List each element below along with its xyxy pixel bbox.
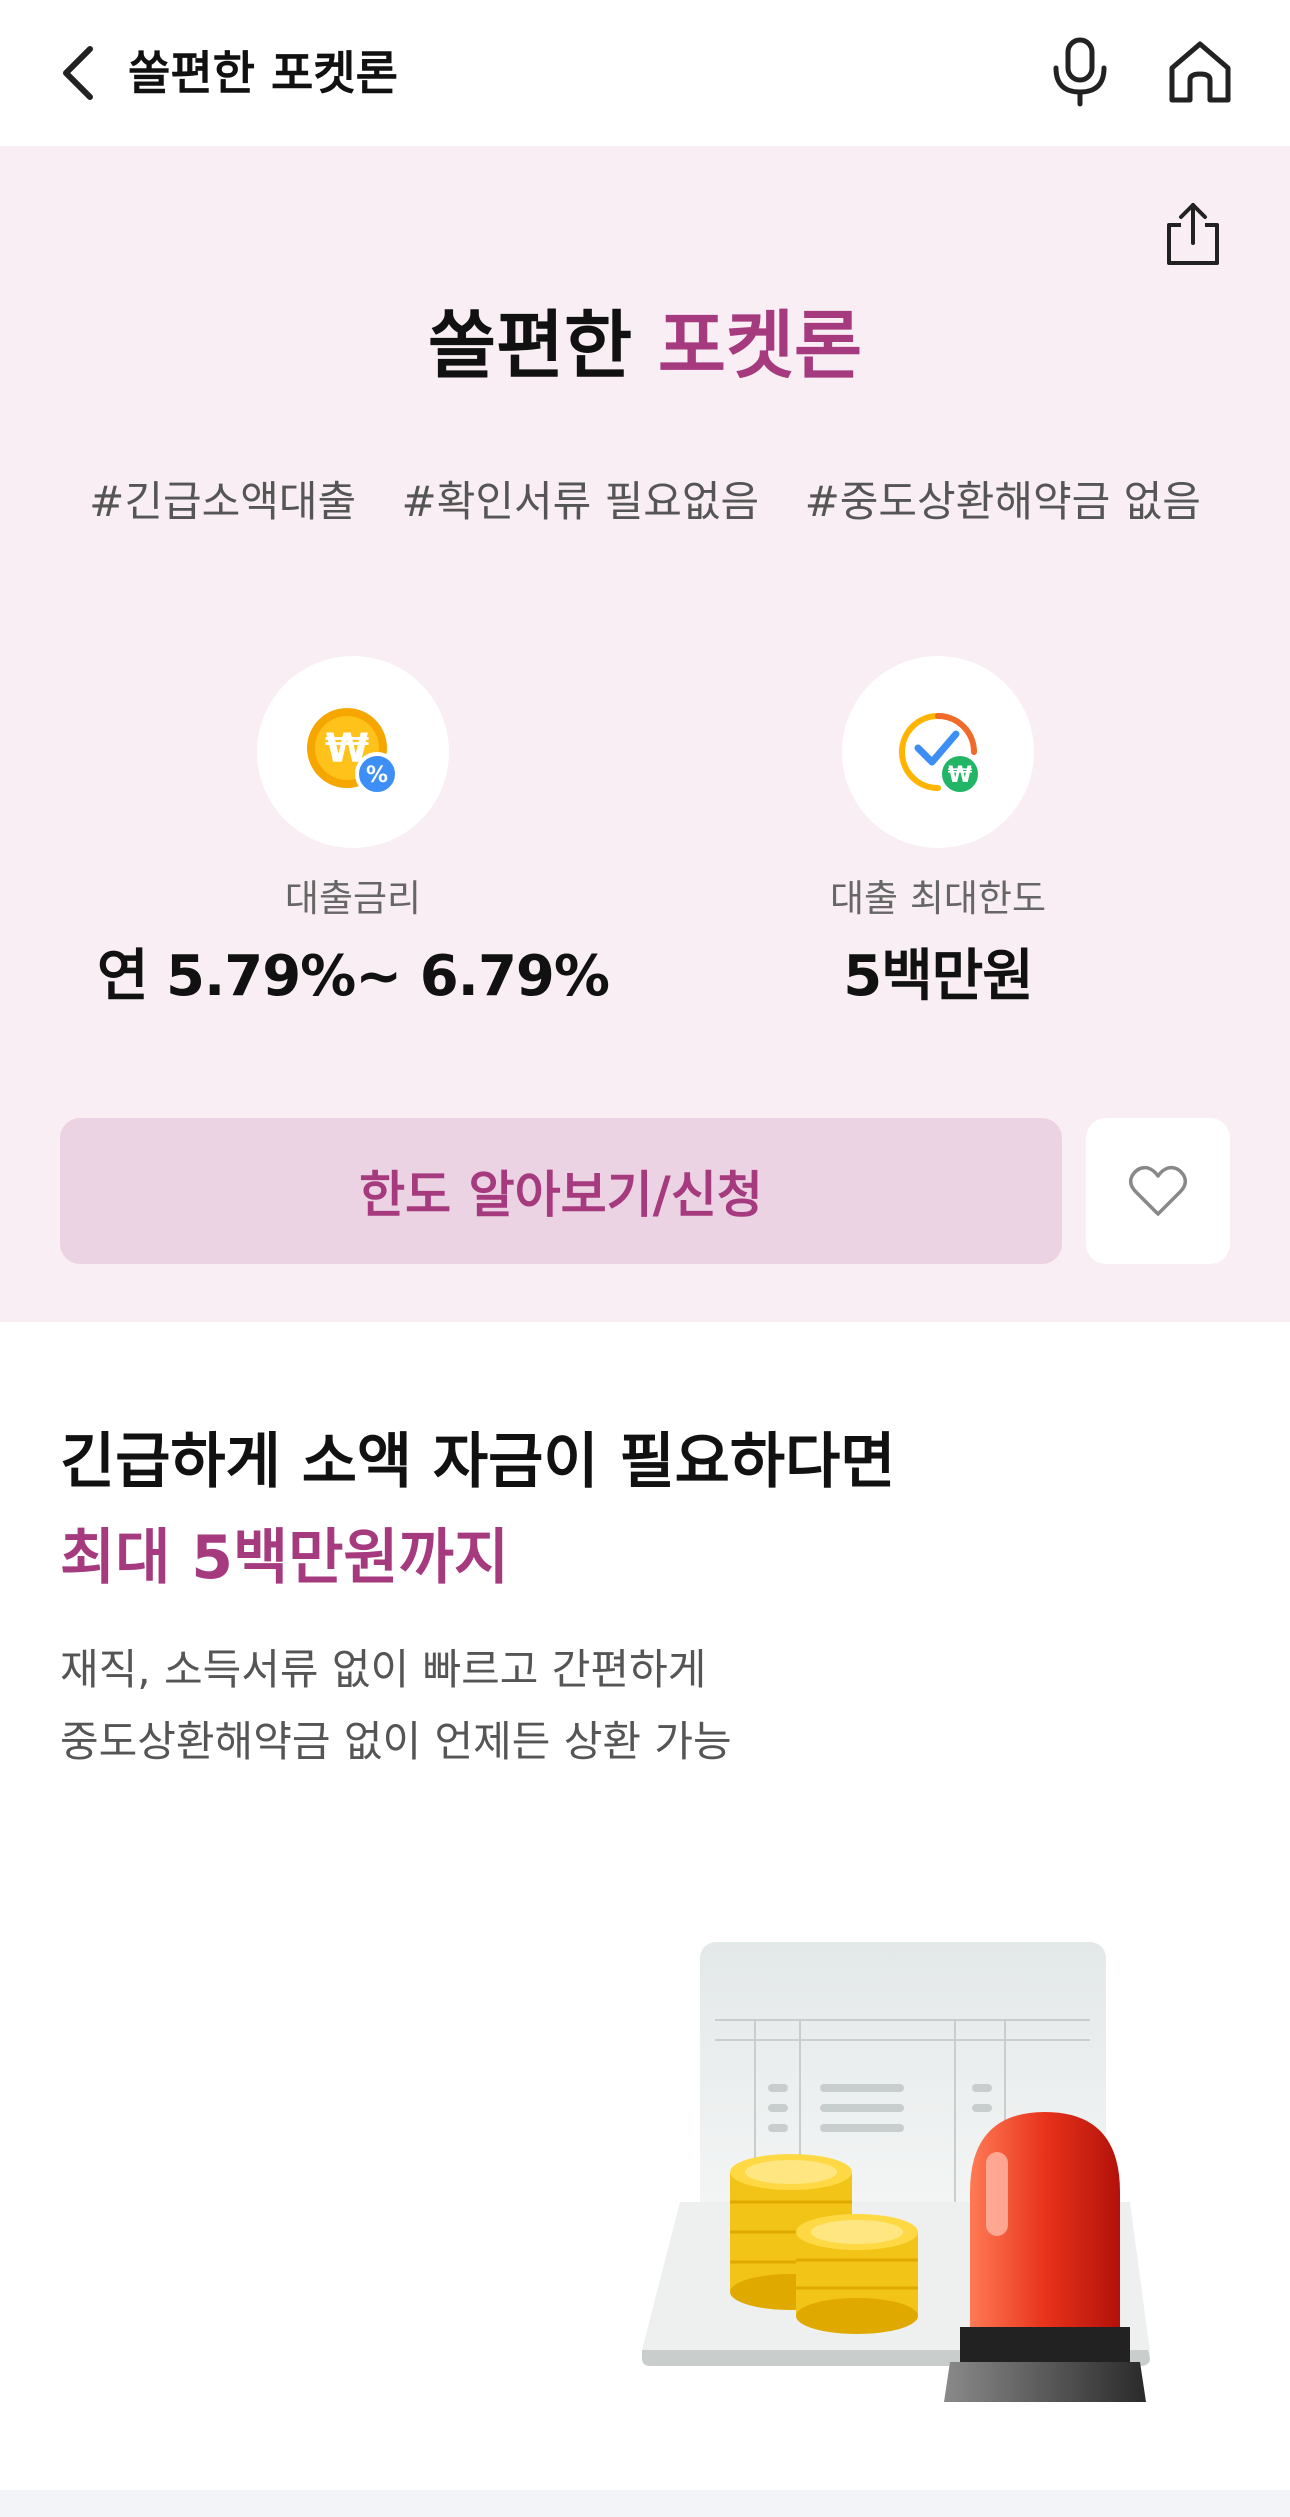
- svg-text:%: %: [366, 763, 388, 788]
- favorite-button[interactable]: [1086, 1118, 1230, 1264]
- rate-label: 대출금리: [284, 877, 422, 920]
- rate-info: ₩ % 대출금리 연 5.79%~ 6.79%: [93, 656, 613, 1012]
- svg-text:₩: ₩: [948, 763, 972, 788]
- home-icon: [1169, 41, 1231, 103]
- section-description: 중도상환해약금 없이 언제든 상환 가능: [60, 1717, 732, 1766]
- product-title: 쏠편한 포켓론: [0, 296, 1290, 396]
- section-description: 재직, 소득서류 없이 빠르고 간편하게: [60, 1645, 707, 1694]
- limit-value: 5백만원: [843, 944, 1034, 1009]
- section-title: 긴급하게 소액 자금이 필요하다면: [60, 1427, 896, 1497]
- coins-alarm-document-illustration: [641, 1942, 1150, 2402]
- chevron-left-icon: [63, 46, 93, 100]
- tag: #확인서류 필요없음: [401, 477, 760, 526]
- section-highlight: 최대 5백만원까지: [60, 1523, 510, 1593]
- tag: #중도상환해약금 없음: [804, 477, 1201, 526]
- product-title-accent: 포켓론: [657, 303, 863, 389]
- rate-value: 연 5.79%~ 6.79%: [97, 944, 610, 1009]
- product-title-main: 쏠편한: [427, 303, 658, 389]
- won-percent-coin-icon: ₩ %: [307, 708, 399, 796]
- limit-label: 대출 최대한도: [829, 877, 1046, 920]
- back-button[interactable]: [48, 36, 108, 110]
- product-tags: #긴급소액대출 #확인서류 필요없음 #중도상환해약금 없음: [0, 468, 1290, 529]
- product-hero: 쏠편한 포켓론 #긴급소액대출 #확인서류 필요없음 #중도상환해약금 없음 ₩…: [0, 146, 1290, 1322]
- rate-icon-circle: ₩ %: [257, 656, 449, 848]
- tag: #긴급소액대출: [89, 477, 357, 526]
- microphone-icon: [1053, 37, 1107, 107]
- top-app-bar: 쏠편한 포켓론: [0, 0, 1290, 146]
- feature-section: 긴급하게 소액 자금이 필요하다면 최대 5백만원까지 재직, 소득서류 없이 …: [0, 1322, 1290, 2490]
- page-title: 쏠편한 포켓론: [128, 46, 398, 100]
- limit-info: ₩ 대출 최대한도 5백만원: [678, 656, 1198, 1012]
- bottom-divider: [0, 2490, 1290, 2517]
- share-button[interactable]: [1160, 198, 1226, 270]
- share-icon: [1167, 203, 1219, 265]
- check-limit-apply-button[interactable]: 한도 알아보기/신청: [60, 1118, 1062, 1264]
- voice-search-button[interactable]: [1042, 34, 1118, 110]
- won-check-gauge-icon: ₩: [899, 713, 982, 796]
- limit-icon-circle: ₩: [842, 656, 1034, 848]
- heart-icon: [1128, 1165, 1188, 1216]
- home-button[interactable]: [1160, 34, 1240, 110]
